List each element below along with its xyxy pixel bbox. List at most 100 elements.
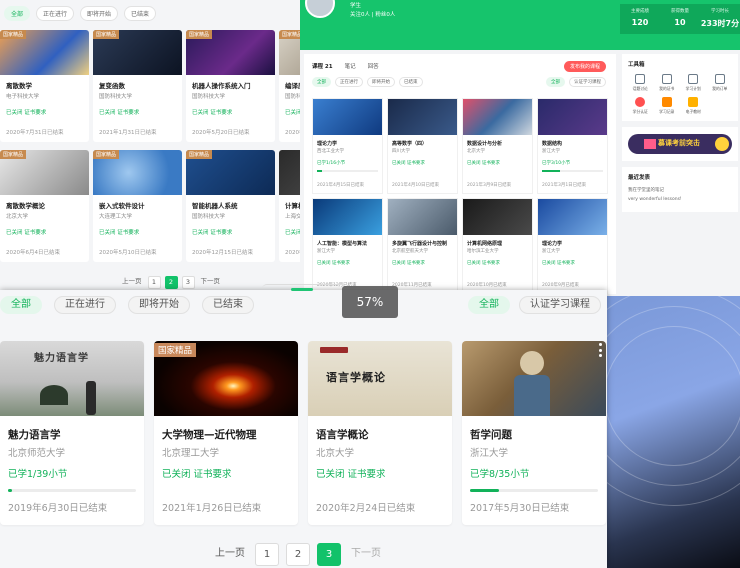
course-status: 已学3/10小节 bbox=[542, 161, 571, 166]
filter-ongoing[interactable]: 正在进行 bbox=[36, 6, 75, 21]
progress-bar bbox=[317, 170, 378, 172]
course-card[interactable]: 数据设计与分析 北京大学 已关闭 证书要求 2021年3月9日已结束 bbox=[462, 98, 533, 194]
filter-ended[interactable]: 已结束 bbox=[399, 77, 423, 87]
course-card[interactable]: 数据结构 浙江大学 已学3/10小节 2021年3月1日已结束 bbox=[537, 98, 608, 194]
page-button-2[interactable]: 2 bbox=[286, 543, 310, 566]
course-status: 已关闭 证书要求 bbox=[192, 110, 233, 116]
course-card[interactable]: 国家精品 离散数学概论 北京大学 已关闭 证书要求 2020年6月4日已结束 bbox=[0, 150, 89, 262]
filter-upcoming[interactable]: 即将开始 bbox=[367, 77, 395, 87]
logo bbox=[320, 347, 348, 353]
course-card[interactable]: 国家精品 编译原理 国防科技大学 已关闭 证书要求 2020年1月已结束 bbox=[279, 30, 302, 142]
course-end-date: 2020年已结束 bbox=[285, 250, 302, 256]
banner-text: 魅力语言学 bbox=[34, 353, 89, 364]
course-card[interactable]: 国家精品 机器人操作系统入门 国防科技大学 已关闭 证书要求 2020年5月20… bbox=[186, 30, 275, 142]
course-card[interactable]: 理论力学 浙江大学 已关闭 证书要求 2020年9月已结束 bbox=[537, 198, 608, 294]
more-options-icon[interactable] bbox=[597, 343, 603, 357]
filter-all[interactable]: 全部 bbox=[4, 6, 31, 21]
course-title: 大学物理—近代物理 bbox=[162, 429, 257, 441]
prev-page-button[interactable]: 上一页 bbox=[212, 543, 248, 566]
course-end-date: 2020年9月已结束 bbox=[542, 283, 579, 288]
course-thumbnail: 魅力语言学 bbox=[0, 341, 144, 416]
course-card[interactable]: 计算机网络原理 哈尔滨工业大学 已关闭 证书要求 2020年10月已结束 bbox=[462, 198, 533, 294]
filter-ongoing[interactable]: 正在进行 bbox=[54, 296, 116, 314]
avatar[interactable] bbox=[305, 0, 335, 18]
course-status: 已关闭 证书要求 bbox=[392, 261, 425, 266]
course-card[interactable]: 国家精品 复变函数 国防科技大学 已关闭 证书要求 2021年1月31日已结束 bbox=[93, 30, 182, 142]
tab-answers[interactable]: 回答 bbox=[368, 62, 379, 70]
scrollbar-thumb[interactable] bbox=[291, 288, 313, 291]
prev-page-button[interactable]: 上一页 bbox=[120, 276, 144, 289]
course-window-front: 全部 正在进行 即将开始 已结束 全部 认证学习课程 魅力语言学 魅力语言学 北… bbox=[0, 290, 607, 568]
recent-item[interactable]: very wonderful lessons! bbox=[628, 197, 732, 202]
tab-courses[interactable]: 课程 21 bbox=[312, 62, 333, 70]
page-button-1[interactable]: 1 bbox=[255, 543, 279, 566]
course-card[interactable]: 人工智能：模型与算法 浙江大学 已关闭 证书要求 2020年12月已结束 bbox=[312, 198, 383, 294]
scope-all[interactable]: 全部 bbox=[468, 296, 510, 314]
page-button-3[interactable]: 3 bbox=[181, 276, 195, 289]
course-card[interactable]: 国家精品 嵌入式软件设计 大连理工大学 已关闭 证书要求 2020年5月10日已… bbox=[93, 150, 182, 262]
course-card[interactable]: 语言学概论 语言学概论 北京大学 已关闭 证书要求 2020年2月24日已结束 bbox=[308, 341, 452, 525]
course-thumbnail: 国家精品 bbox=[93, 150, 182, 195]
filter-upcoming[interactable]: 即将开始 bbox=[128, 296, 190, 314]
course-title: 机器人操作系统入门 bbox=[192, 82, 251, 90]
scope-filter: 全部 认证学习课程 bbox=[546, 77, 606, 87]
filter-ongoing[interactable]: 正在进行 bbox=[335, 77, 363, 87]
page-button-3[interactable]: 3 bbox=[317, 543, 341, 566]
course-thumbnail: 国家精品 bbox=[186, 30, 275, 75]
tool-orders[interactable]: 我的订单 bbox=[708, 74, 733, 92]
scope-certified[interactable]: 认证学习课程 bbox=[569, 77, 606, 87]
filter-ended[interactable]: 已结束 bbox=[124, 6, 157, 21]
book-icon bbox=[688, 97, 699, 107]
stats-panel: 主要成绩 120 获得数量 10 学习时长 233时7分 bbox=[620, 4, 740, 34]
promo-text: 慕课考前突击 bbox=[658, 139, 700, 147]
desktop: 全部 正在进行 即将开始 已结束 国家精品 离散数学 电子科技大学 已关闭 证书… bbox=[0, 0, 740, 568]
tool-records[interactable]: 学习记录 bbox=[655, 97, 680, 115]
recent-item[interactable]: 我在学堂里的笔记 bbox=[628, 187, 732, 193]
course-card[interactable]: 多旋翼飞行器设计与控制 北京航空航天大学 已关闭 证书要求 2020年11月已结束 bbox=[387, 198, 458, 294]
filter-upcoming[interactable]: 即将开始 bbox=[80, 6, 119, 21]
tool-credit[interactable]: 学分认证 bbox=[628, 97, 653, 115]
tool-study-plan[interactable]: 学习计划 bbox=[681, 74, 706, 92]
scope-certified[interactable]: 认证学习课程 bbox=[519, 296, 601, 314]
next-page-button[interactable]: 下一页 bbox=[199, 276, 223, 289]
tool-ebooks[interactable]: 电子教材 bbox=[681, 97, 706, 115]
recent-title: 最近发表 bbox=[628, 175, 651, 181]
course-card[interactable]: 魅力语言学 魅力语言学 北京师范大学 已学1/39小节 2019年6月30日已结… bbox=[0, 341, 144, 525]
course-title: 理论力学 bbox=[317, 141, 338, 147]
toolbox-panel: 工具箱 话题讨论 我的证书 学习计划 我的订单 学分认证 学习记录 电子教材 bbox=[622, 54, 738, 121]
banner-text: 语言学概论 bbox=[326, 371, 386, 384]
course-status: 已关闭 证书要求 bbox=[6, 230, 47, 236]
pagination: 上一页 1 2 3 下一页 bbox=[212, 543, 384, 566]
course-card[interactable]: 哲学问题 浙江大学 已学8/35小节 2017年5月30日已结束 bbox=[462, 341, 606, 525]
course-end-date: 2020年5月10日已结束 bbox=[99, 250, 157, 256]
filter-all[interactable]: 全部 bbox=[0, 296, 42, 314]
course-status: 已关闭 证书要求 bbox=[99, 110, 140, 116]
next-page-button[interactable]: 下一页 bbox=[348, 543, 384, 566]
pagination: 上一页 1 2 3 下一页 bbox=[120, 276, 222, 289]
scope-all[interactable]: 全部 bbox=[546, 77, 565, 87]
course-title: 编译原理 bbox=[285, 82, 302, 90]
course-card[interactable]: 国家精品 离散数学 电子科技大学 已关闭 证书要求 2020年7月31日已结束 bbox=[0, 30, 89, 142]
page-button-1[interactable]: 1 bbox=[147, 276, 161, 289]
course-title: 数据设计与分析 bbox=[467, 141, 503, 147]
rocket-icon bbox=[644, 139, 656, 149]
record-icon bbox=[661, 97, 672, 107]
promo-banner[interactable]: 慕课考前突击 bbox=[622, 127, 738, 161]
course-card[interactable]: 高等数学（四） 四川大学 已关闭 证书要求 2021年4月10日已结束 bbox=[387, 98, 458, 194]
tool-certificates[interactable]: 我的证书 bbox=[655, 74, 680, 92]
course-card[interactable]: 计算机组成原理 上海交通大学 已关闭 证书要求 2020年已结束 bbox=[279, 150, 302, 262]
recent-posts-panel: 最近发表 我在学堂里的笔记 very wonderful lessons! bbox=[622, 167, 738, 212]
course-card[interactable]: 理论力学 西北工业大学 已学1/16小节 2021年4月15日已结束 bbox=[312, 98, 383, 194]
filter-ended[interactable]: 已结束 bbox=[202, 296, 254, 314]
quality-badge: 国家精品 bbox=[154, 343, 197, 357]
tab-notes[interactable]: 笔记 bbox=[345, 62, 356, 70]
tool-label: 学习计划 bbox=[685, 86, 701, 91]
tool-discussion[interactable]: 话题讨论 bbox=[628, 74, 653, 92]
page-button-2[interactable]: 2 bbox=[164, 276, 178, 289]
filter-all[interactable]: 全部 bbox=[312, 77, 331, 87]
course-card[interactable]: 国家精品 智能机器人系统 国防科技大学 已关闭 证书要求 2020年12月15日… bbox=[186, 150, 275, 262]
course-card[interactable]: 国家精品 大学物理—近代物理 北京理工大学 已关闭 证书要求 2021年1月26… bbox=[154, 341, 298, 525]
stat-value: 233时7分 bbox=[700, 19, 740, 28]
course-end-date: 2020年1月已结束 bbox=[285, 130, 302, 136]
course-thumbnail bbox=[313, 199, 382, 235]
